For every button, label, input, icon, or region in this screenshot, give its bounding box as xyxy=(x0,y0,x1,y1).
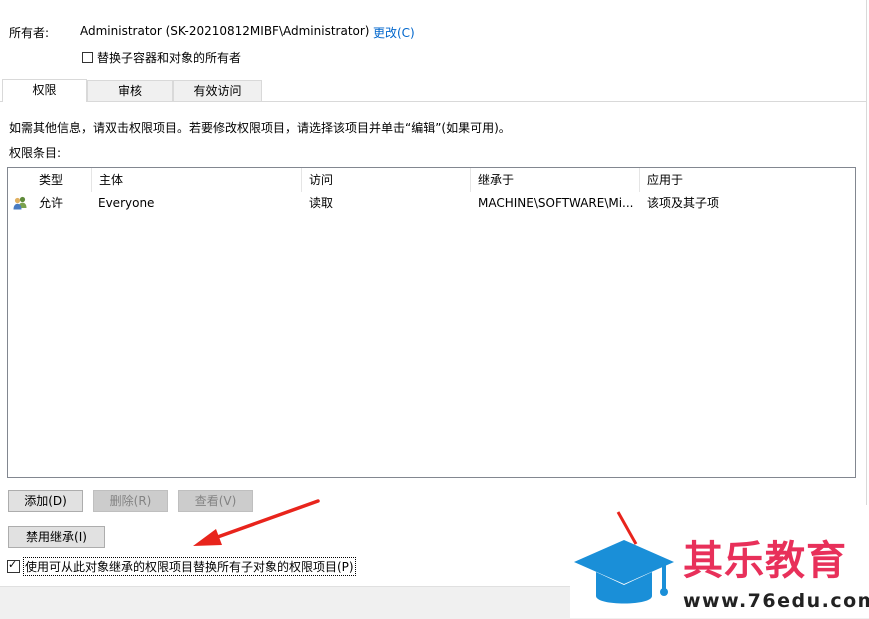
table-row[interactable]: 允许 Everyone 读取 MACHINE\SOFTWARE\Mi... 该项… xyxy=(8,192,855,214)
disable-inheritance-button[interactable]: 禁用继承(I) xyxy=(8,526,105,548)
column-header-applies-to[interactable]: 应用于 xyxy=(640,168,855,192)
row-applies-to: 该项及其子项 xyxy=(647,196,720,210)
tab-strip-divider xyxy=(0,101,866,102)
tab-effective-access[interactable]: 有效访问 xyxy=(173,80,262,101)
annotation-arrow xyxy=(193,499,320,546)
replace-owner-checkbox-box[interactable] xyxy=(82,52,93,63)
replace-owner-checkbox-label: 替换子容器和对象的所有者 xyxy=(97,51,242,65)
row-inherited-from: MACHINE\SOFTWARE\Mi... xyxy=(478,196,634,210)
replace-child-permissions-checkbox[interactable]: 使用可从此对象继承的权限项目替换所有子对象的权限项目(P) xyxy=(7,557,356,576)
replace-child-permissions-label: 使用可从此对象继承的权限项目替换所有子对象的权限项目(P) xyxy=(23,557,356,576)
row-type: 允许 xyxy=(39,196,64,210)
owner-label: 所有者: xyxy=(9,26,50,40)
row-principal: Everyone xyxy=(98,196,155,210)
column-header-inherited-from[interactable]: 继承于 xyxy=(471,168,640,192)
watermark-name: 其乐教育 xyxy=(683,538,847,584)
permission-entries-label: 权限条目: xyxy=(9,146,62,160)
tab-permissions[interactable]: 权限 xyxy=(2,79,87,102)
column-header-principal[interactable]: 主体 xyxy=(92,168,302,192)
add-button[interactable]: 添加(D) xyxy=(8,490,83,512)
graduation-cap-logo xyxy=(574,511,674,604)
owner-value: Administrator (SK-20210812MIBF\Administr… xyxy=(80,24,370,38)
replace-owner-checkbox[interactable]: 替换子容器和对象的所有者 xyxy=(82,49,241,66)
users-icon xyxy=(12,195,28,211)
column-header-type[interactable]: 类型 xyxy=(32,168,92,192)
tab-auditing[interactable]: 审核 xyxy=(87,80,173,101)
replace-child-permissions-checkbox-box[interactable] xyxy=(7,558,20,573)
remove-button[interactable]: 删除(R) xyxy=(93,490,168,512)
panel-border xyxy=(866,0,867,586)
row-access: 读取 xyxy=(309,196,334,210)
watermark-url: www.76edu.com xyxy=(683,590,869,612)
permission-entries-list[interactable]: 类型 主体 访问 继承于 应用于 允许 Everyone 读取 MACHINE\… xyxy=(7,167,856,478)
info-text: 如需其他信息，请双击权限项目。若要修改权限项目，请选择该项目并单击“编辑”(如果… xyxy=(9,121,511,135)
change-owner-link[interactable]: 更改(C) xyxy=(373,24,415,41)
column-header-access[interactable]: 访问 xyxy=(302,168,471,192)
